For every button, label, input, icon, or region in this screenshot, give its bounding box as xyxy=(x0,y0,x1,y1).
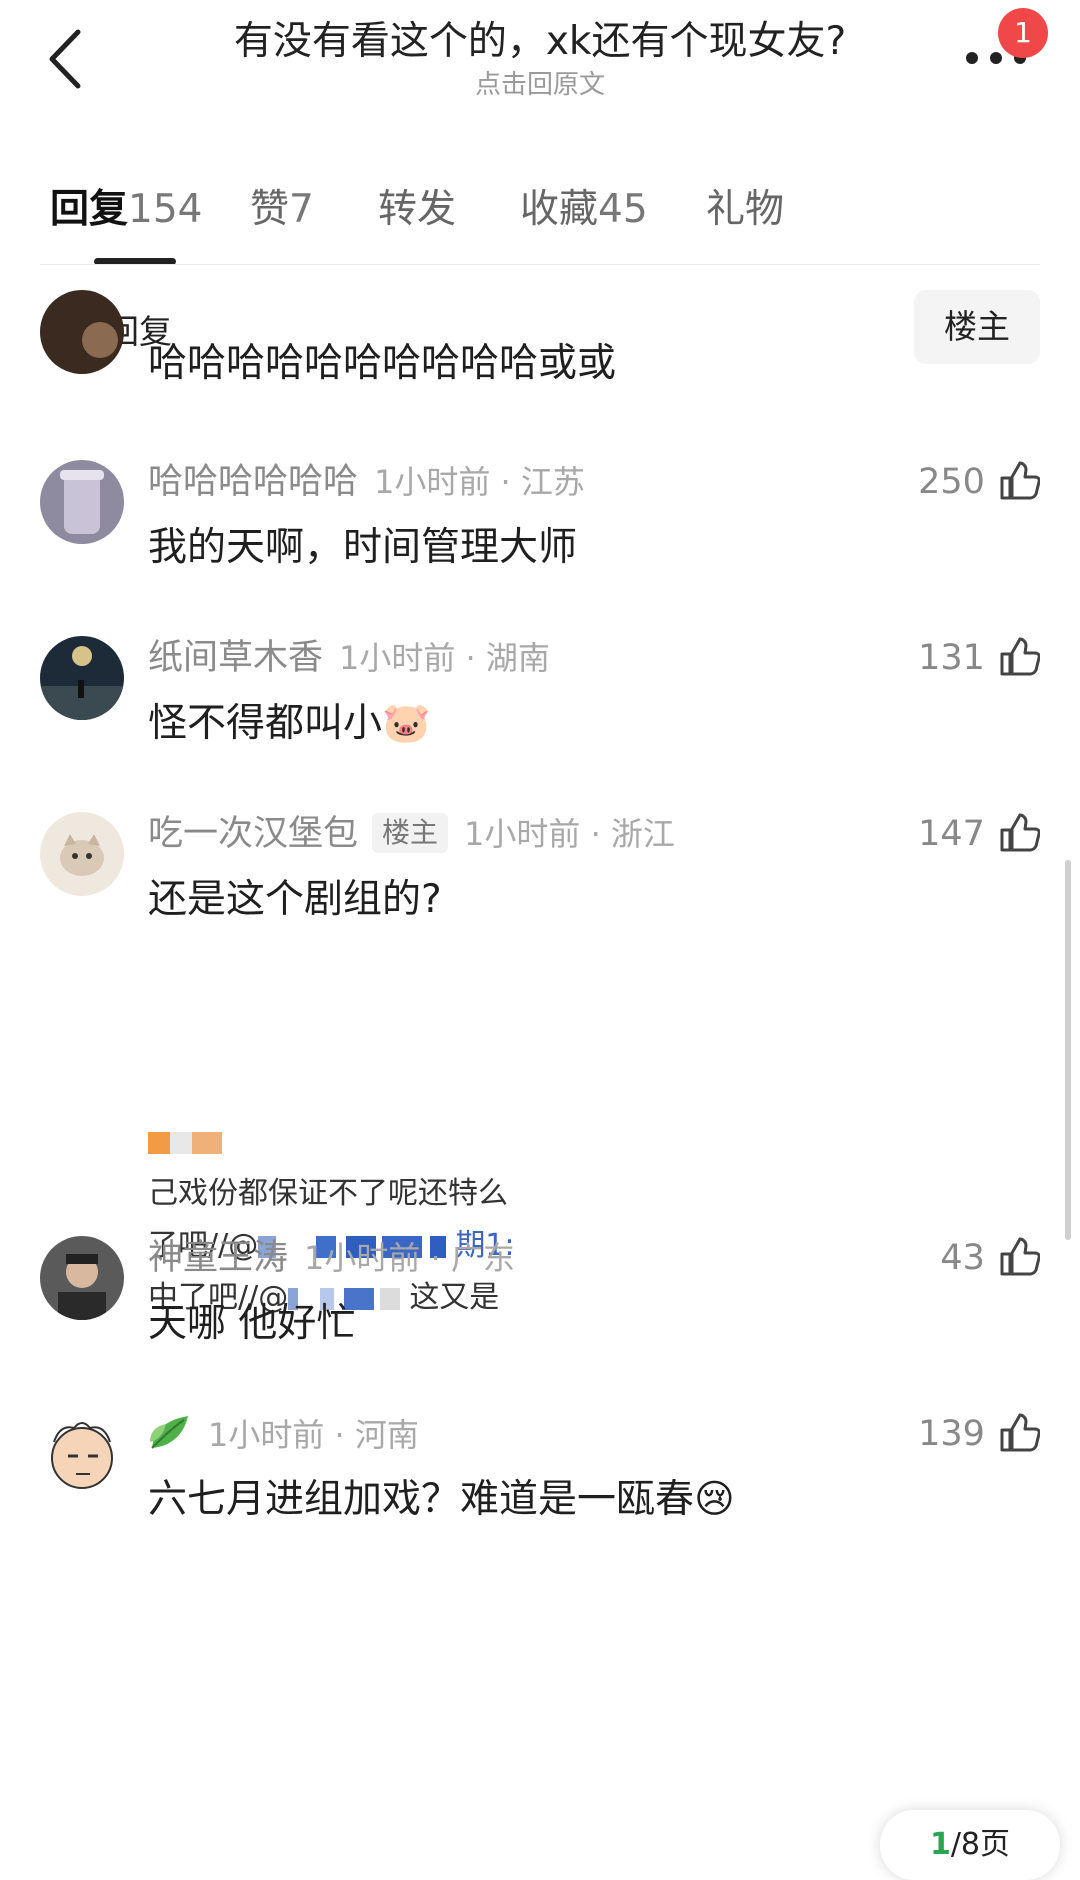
back-button[interactable] xyxy=(40,24,100,94)
tab-label: 收藏 xyxy=(520,187,599,232)
avatar[interactable] xyxy=(40,1236,124,1320)
like-count: 43 xyxy=(940,1238,985,1278)
comment-text: 天哪 他好忙 xyxy=(148,1301,356,1346)
comment-meta: 1小时前 · 河南 xyxy=(148,1412,419,1463)
image-text-line: 己戏份都保证不了呢还特么 xyxy=(148,1176,508,1211)
avatar-image xyxy=(40,1412,124,1496)
username[interactable]: 哈哈哈哈哈哈 xyxy=(148,462,358,502)
title-area[interactable]: 有没有看这个的，xk还有个现女友? 点击回原文 xyxy=(160,18,920,102)
top-bar: 有没有看这个的，xk还有个现女友? 点击回原文 1 xyxy=(0,0,1080,130)
tab-likes[interactable]: 赞7 xyxy=(250,178,314,234)
time-location: 1小时前 · 浙江 xyxy=(464,815,675,853)
time-location: 1小时前 · 广东 xyxy=(304,1239,515,1277)
comment-attached-image[interactable]: 己戏份都保证不了呢还特么 了吧//@ 期1: 中了吧//@ 这又是 xyxy=(148,1120,568,1320)
comment-text: 我的天啊，时间管理大师 xyxy=(148,525,578,570)
avatar-image xyxy=(40,1236,124,1320)
tab-label: 回复 xyxy=(50,187,129,232)
tab-label: 赞 xyxy=(250,187,290,232)
tab-count: 154 xyxy=(128,187,203,232)
thumbs-up-icon xyxy=(1000,461,1041,500)
page-indicator[interactable]: 1/8页 xyxy=(880,1810,1060,1880)
tab-label: 转发 xyxy=(378,187,457,232)
chevron-left-icon xyxy=(49,29,81,89)
tab-gifts[interactable]: 礼物 xyxy=(706,178,784,234)
avatar[interactable] xyxy=(40,460,124,544)
notification-badge: 1 xyxy=(998,8,1048,58)
comment-meta: 纸间草木香 1小时前 · 湖南 xyxy=(148,636,550,680)
like-button[interactable]: 250 xyxy=(918,460,1041,504)
avatar-image xyxy=(40,290,124,374)
avatar[interactable] xyxy=(40,812,124,896)
username[interactable]: 吃一次汉堡包 xyxy=(148,814,358,854)
comment-text: 哈哈哈哈哈哈哈哈哈哈或或 xyxy=(148,341,617,386)
like-button[interactable]: 131 xyxy=(918,636,1041,680)
username[interactable]: 神童王涛 xyxy=(148,1238,288,1278)
avatar-image xyxy=(40,460,124,544)
divider xyxy=(40,264,1040,265)
image-text: 这又是 xyxy=(409,1280,500,1315)
post-tabs: 回复154 赞7 转发 收藏45 礼物 xyxy=(0,170,1080,270)
tab-label: 礼物 xyxy=(706,187,785,232)
tab-replies[interactable]: 回复154 xyxy=(50,178,202,234)
avatar[interactable] xyxy=(40,1412,124,1496)
comment-text: 还是这个剧组的? xyxy=(148,877,442,922)
comment-meta: 吃一次汉堡包 楼主 1小时前 · 浙江 xyxy=(148,812,675,856)
time-location: 1小时前 · 河南 xyxy=(208,1416,419,1454)
post-title: 有没有看这个的，xk还有个现女友? xyxy=(233,19,847,64)
tab-reposts[interactable]: 转发 xyxy=(378,178,456,234)
tab-count: 45 xyxy=(598,187,648,232)
like-button[interactable]: 43 xyxy=(940,1236,1041,1280)
like-count: 139 xyxy=(918,1414,985,1454)
thumbs-up-icon xyxy=(1000,1237,1041,1276)
image-header-mosaic xyxy=(148,1132,222,1155)
avatar-image xyxy=(40,636,124,720)
thumbs-up-icon xyxy=(1000,637,1041,676)
more-dot xyxy=(990,52,1002,64)
like-count: 131 xyxy=(918,638,985,678)
time-location: 1小时前 · 江苏 xyxy=(374,463,585,501)
current-page: 1 xyxy=(929,1827,951,1862)
comment-text: 六七月进组加戏？难道是一瓯春😢 xyxy=(148,1477,735,1522)
thumbs-up-icon xyxy=(1000,1413,1041,1452)
more-dots-icon xyxy=(966,52,978,64)
like-button[interactable]: 139 xyxy=(918,1412,1041,1456)
like-count: 250 xyxy=(918,462,985,502)
avatar-image xyxy=(40,812,124,896)
scrollbar[interactable] xyxy=(1065,860,1071,1240)
comment-text: 怪不得都叫小🐷 xyxy=(148,701,431,746)
like-button[interactable]: 147 xyxy=(918,812,1041,856)
time-location: 1小时前 · 湖南 xyxy=(339,639,550,677)
username[interactable]: 纸间草木香 xyxy=(148,638,323,678)
owner-only-button[interactable]: 楼主 xyxy=(914,290,1040,364)
avatar[interactable] xyxy=(40,636,124,720)
back-to-post-link[interactable]: 点击回原文 xyxy=(160,68,920,102)
total-pages: /8页 xyxy=(950,1827,1011,1862)
comment-meta: 哈哈哈哈哈哈 1小时前 · 江苏 xyxy=(148,460,585,504)
owner-tag: 楼主 xyxy=(372,813,449,853)
thumbs-up-icon xyxy=(1000,813,1041,852)
tab-count: 7 xyxy=(289,187,314,232)
avatar[interactable] xyxy=(40,290,124,374)
tab-favorites[interactable]: 收藏45 xyxy=(520,178,648,234)
comment-meta: 神童王涛 1小时前 · 广东 xyxy=(148,1236,515,1280)
leaf-badge-icon xyxy=(148,1412,192,1463)
like-count: 147 xyxy=(918,814,985,854)
